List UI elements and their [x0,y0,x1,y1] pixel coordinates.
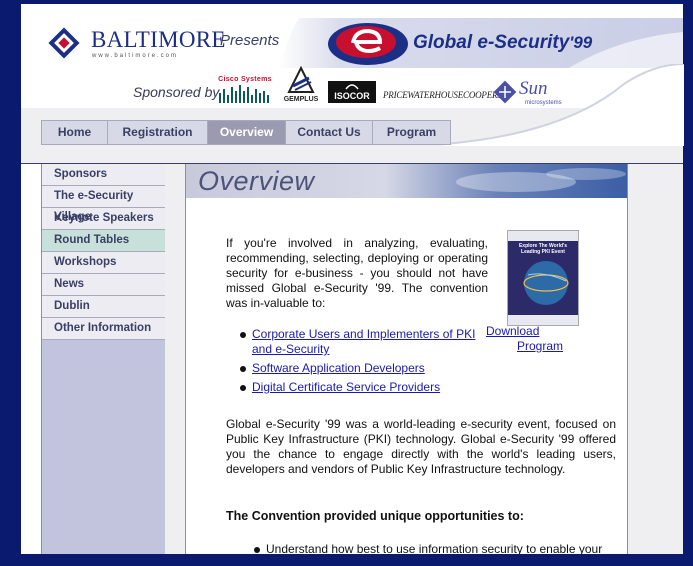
nav-contact-us[interactable]: Contact Us [286,121,373,144]
sidebar-item-sponsors[interactable]: Sponsors [42,164,165,186]
gemplus-logo-icon [287,65,315,93]
sidebar-item-round-tables[interactable]: Round Tables [42,230,165,252]
sidebar-item-dublin[interactable]: Dublin [42,296,165,318]
nav-registration[interactable]: Registration [108,121,208,144]
main-content: Overview If you're involved in analyzing… [185,164,628,562]
link-certificate-providers[interactable]: Digital Certificate Service Providers [240,380,482,395]
page-title: Overview [198,166,315,196]
sponsor-cisco[interactable]: Cisco Systems [217,76,273,106]
audience-links: Corporate Users and Implementers of PKI … [240,327,482,399]
sponsor-isocor[interactable]: ISOCOR [328,81,376,103]
event-title: Global e-Security'99 [413,32,593,53]
download-program-link[interactable]: Download Program [486,324,568,354]
opportunities-heading: The Convention provided unique opportuni… [226,509,524,523]
sponsor-gemplus[interactable]: GEMPLUS [283,65,319,108]
link-corporate-users[interactable]: Corporate Users and Implementers of PKI … [240,327,482,357]
program-brochure-image[interactable]: Explore The World's Leading PKI Event [507,230,579,326]
presents-label: Presents [220,32,280,49]
global-esecurity-e-logo-icon [328,23,408,65]
summary-paragraph: Global e-Security '99 was a world-leadin… [226,417,616,476]
baltimore-logo-text[interactable]: BALTIMORE [91,27,226,53]
sidebar-item-news[interactable]: News [42,274,165,296]
intro-paragraph: If you're involved in analyzing, evaluat… [226,236,488,310]
top-nav: Home Registration Overview Contact Us Pr… [41,120,451,145]
header-swoosh [444,64,684,146]
sidebar-item-other-information[interactable]: Other Information [42,318,165,340]
sponsored-by-label: Sponsored by [133,84,220,100]
sidebar-menu: Sponsors The e-Security Village Keynote … [42,164,165,340]
baltimore-url: www.baltimore.com [92,53,179,59]
nav-program[interactable]: Program [373,121,450,144]
cisco-bars-icon [219,85,269,103]
left-border [4,4,21,562]
sidebar-item-workshops[interactable]: Workshops [42,252,165,274]
bottom-border [0,554,693,566]
sidebar: Sponsors The e-Security Village Keynote … [41,164,166,562]
sidebar-item-esecurity-village[interactable]: The e-Security Village [42,186,165,223]
link-software-developers[interactable]: Software Application Developers [240,361,482,376]
nav-overview[interactable]: Overview [208,121,286,144]
sidebar-item-keynote-speakers[interactable]: Keynote Speakers [42,208,165,230]
nav-home[interactable]: Home [42,121,108,144]
page-frame: BALTIMORE www.baltimore.com Presents Glo… [4,4,689,562]
isocor-logo-icon [345,84,359,90]
baltimore-logo-icon[interactable] [45,24,83,62]
